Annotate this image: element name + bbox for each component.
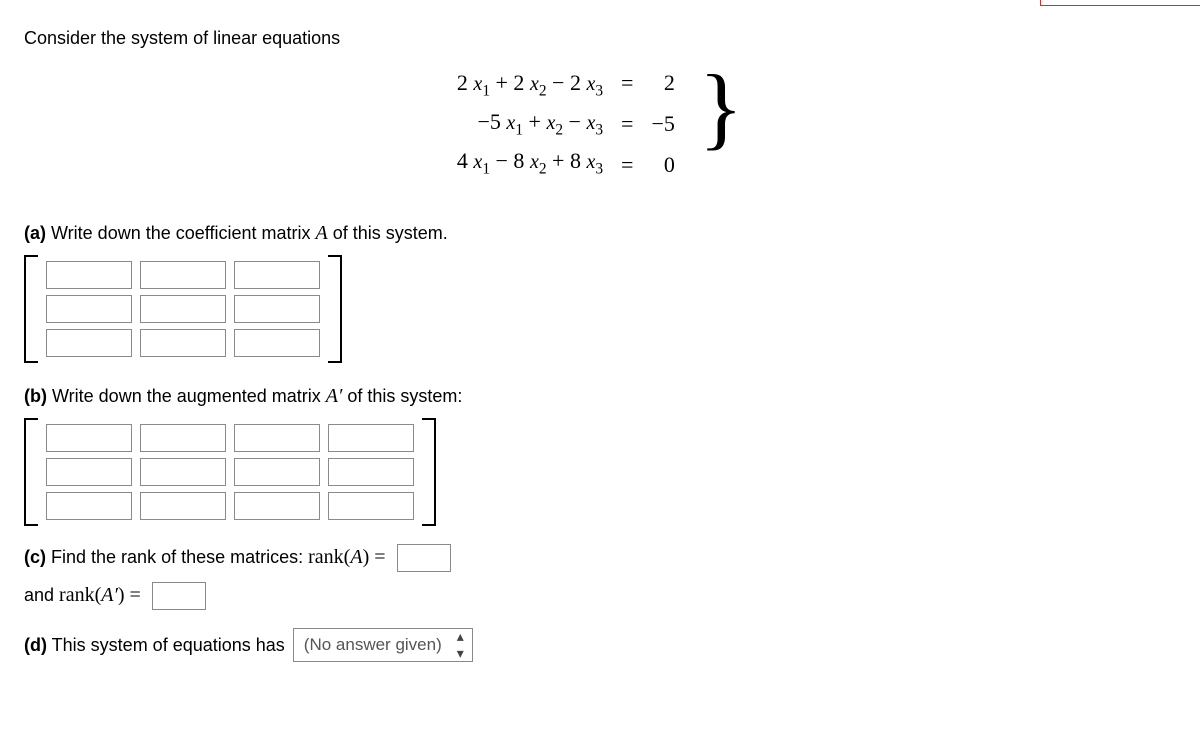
matrix-aprime-cell[interactable] [140,458,226,486]
rank-Aprime-input[interactable] [152,582,206,610]
part-c-label: (c) [24,547,46,567]
bracket-right-icon [328,255,342,363]
corner-accent [1040,0,1200,6]
part-d-label: (d) [24,635,47,655]
matrix-aprime-cell[interactable] [328,458,414,486]
eq1-rhs: 2 [664,65,675,100]
equation-system: 2 x1 + 2 x2 − 2 x3 −5 x1 + x2 − x3 4 x1 … [24,65,1176,182]
part-a-text: Write down the coefficient matrix [51,223,315,243]
part-d-prompt: (d) This system of equations has [24,635,285,656]
eq1-lhs: 2 x1 + 2 x2 − 2 x3 [457,65,603,104]
matrix-a-cell[interactable] [140,329,226,357]
matrix-aprime-cell[interactable] [46,424,132,452]
rank-close: ) = [363,546,386,568]
matrix-a-cell[interactable] [140,295,226,323]
matrix-a-cell[interactable] [46,261,132,289]
part-a-prompt: (a) Write down the coefficient matrix A … [24,222,1176,245]
rank2-close: ) = [118,584,141,606]
matrix-Aprime [24,418,1176,526]
part-c-line1: (c) Find the rank of these matrices: ran… [24,544,1176,572]
right-brace-icon: } [699,61,743,178]
matrix-aprime-cell[interactable] [234,492,320,520]
matrix-a-cell[interactable] [46,295,132,323]
eq1-eq: = [621,65,633,100]
part-c-line2: and rank(A′) = [24,582,1176,610]
chevron-up-down-icon: ▴▾ [457,628,464,662]
matrix-aprime-cell[interactable] [140,424,226,452]
eq3-rhs: 0 [664,147,675,182]
rank2-Aprime: A′ [101,584,118,606]
matrix-a-cell[interactable] [46,329,132,357]
part-b-prompt: (b) Write down the augmented matrix A′ o… [24,385,1176,408]
matrix-aprime-cell[interactable] [46,458,132,486]
rank-A-input[interactable] [397,544,451,572]
bracket-right-icon [422,418,436,526]
matrix-aprime-cell[interactable] [328,424,414,452]
matrix-a-cell[interactable] [234,261,320,289]
eq3-eq: = [621,147,633,182]
matrix-aprime-cell[interactable] [328,492,414,520]
matrix-A [24,255,1176,363]
eq3-lhs: 4 x1 − 8 x2 + 8 x3 [457,143,603,182]
rank-open: rank( [308,546,350,568]
answer-select[interactable]: (No answer given) ▴▾ [293,628,473,662]
bracket-left-icon [24,255,38,363]
part-a-tail: of this system. [328,223,448,243]
select-value: (No answer given) [304,635,442,655]
matrix-a-cell[interactable] [140,261,226,289]
matrix-aprime-cell[interactable] [234,424,320,452]
matrix-aprime-cell[interactable] [234,458,320,486]
part-b-label: (b) [24,386,47,406]
matrix-aprime-cell[interactable] [46,492,132,520]
matrix-aprime-cell[interactable] [140,492,226,520]
part-b-tail: of this system: [342,386,462,406]
intro-text: Consider the system of linear equations [24,28,1176,49]
bracket-left-icon [24,418,38,526]
matrix-a-cell[interactable] [234,329,320,357]
rank-A: A [350,546,362,568]
rank2-open: rank( [59,584,101,606]
part-b-Aprime: A′ [326,385,343,407]
part-c-text: Find the rank of these matrices: [51,547,308,567]
matrix-a-cell[interactable] [234,295,320,323]
part-d-text: This system of equations has [52,635,285,655]
and-text: and [24,585,59,605]
part-a-A: A [315,222,327,244]
part-a-label: (a) [24,223,46,243]
eq2-lhs: −5 x1 + x2 − x3 [478,104,604,143]
part-b-text: Write down the augmented matrix [52,386,326,406]
eq2-eq: = [621,106,633,141]
eq2-rhs: −5 [651,106,674,141]
